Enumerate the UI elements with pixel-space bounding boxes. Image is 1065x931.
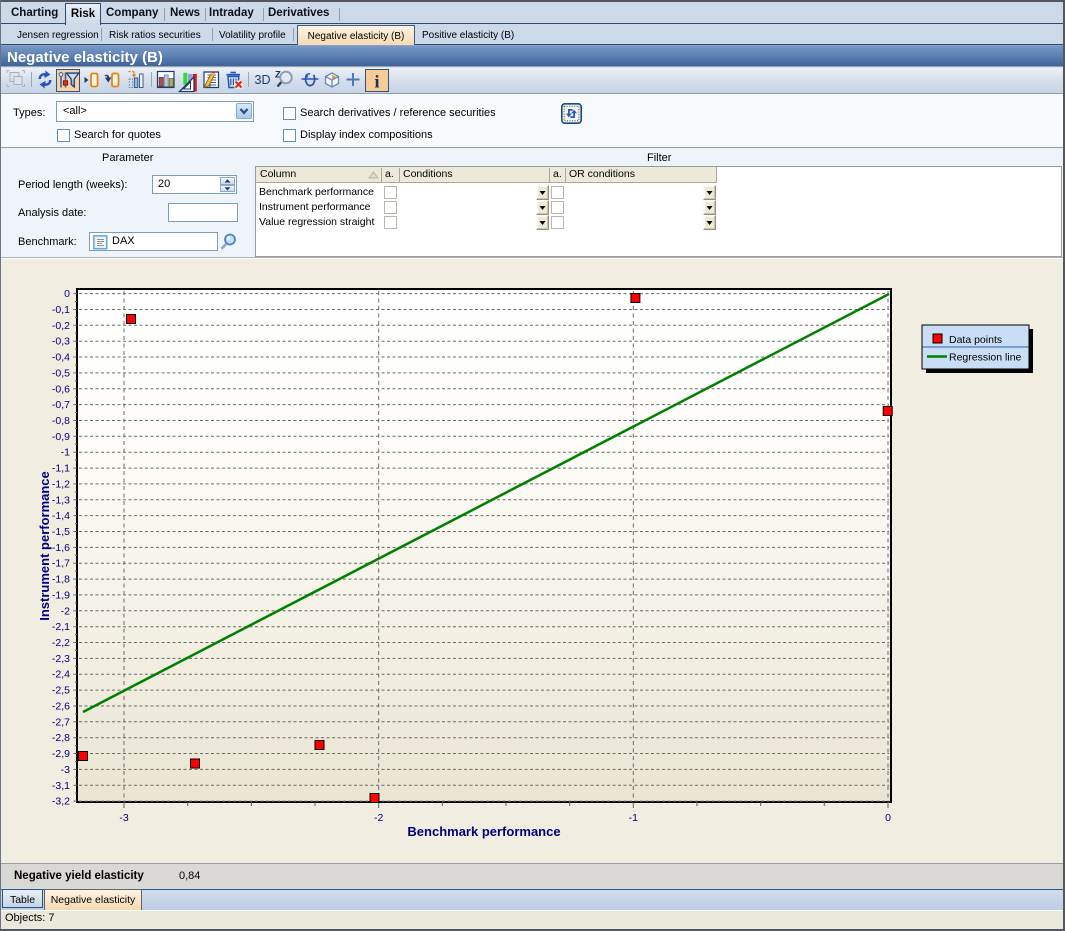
svg-text:-2,5: -2,5 <box>52 685 70 697</box>
svg-text:-0,9: -0,9 <box>52 431 70 443</box>
svg-text:-0,6: -0,6 <box>52 383 70 395</box>
svg-text:-1,4: -1,4 <box>52 510 70 522</box>
svg-text:3D: 3D <box>255 73 271 87</box>
svg-text:-0,8: -0,8 <box>52 415 70 427</box>
svg-text:-0,4: -0,4 <box>52 352 70 364</box>
svg-text:Benchmark performance: Benchmark performance <box>407 824 560 839</box>
svg-text:-0,3: -0,3 <box>52 336 70 348</box>
svg-text:-0,7: -0,7 <box>52 399 70 411</box>
svg-text:-2,4: -2,4 <box>52 669 70 681</box>
svg-text:-0,1: -0,1 <box>52 304 70 316</box>
svg-text:-1,3: -1,3 <box>52 494 70 506</box>
svg-text:-1,8: -1,8 <box>52 574 70 586</box>
svg-text:-1,7: -1,7 <box>52 558 70 570</box>
svg-text:-1,9: -1,9 <box>52 589 70 601</box>
svg-text:-2,6: -2,6 <box>52 701 70 713</box>
svg-text:-1,1: -1,1 <box>52 463 70 475</box>
svg-text:Regression line: Regression line <box>949 352 1022 364</box>
svg-text:-1,5: -1,5 <box>52 526 70 538</box>
svg-text:0: 0 <box>64 288 70 300</box>
svg-text:Instrument performance: Instrument performance <box>37 471 52 621</box>
svg-text:-0,5: -0,5 <box>52 367 70 379</box>
svg-text:-1: -1 <box>629 812 638 824</box>
svg-text:-2,9: -2,9 <box>52 748 70 760</box>
svg-text:-2,3: -2,3 <box>52 653 70 665</box>
svg-text:-3: -3 <box>61 764 70 776</box>
svg-text:-2: -2 <box>61 605 70 617</box>
svg-text:-3,2: -3,2 <box>52 796 70 808</box>
svg-text:-2,7: -2,7 <box>52 716 70 728</box>
svg-text:-2,2: -2,2 <box>52 637 70 649</box>
svg-text:-1,6: -1,6 <box>52 542 70 554</box>
svg-text:-3,1: -3,1 <box>52 780 70 792</box>
svg-text:-2: -2 <box>374 812 383 824</box>
svg-text:-3: -3 <box>119 812 128 824</box>
svg-text:Data points: Data points <box>949 334 1002 346</box>
svg-text:-1,2: -1,2 <box>52 478 70 490</box>
svg-text:0: 0 <box>885 812 891 824</box>
svg-text:-2,8: -2,8 <box>52 732 70 744</box>
svg-text:-0,2: -0,2 <box>52 320 70 332</box>
svg-text:-1: -1 <box>61 447 70 459</box>
svg-text:i: i <box>374 72 379 92</box>
svg-text:-2,1: -2,1 <box>52 621 70 633</box>
